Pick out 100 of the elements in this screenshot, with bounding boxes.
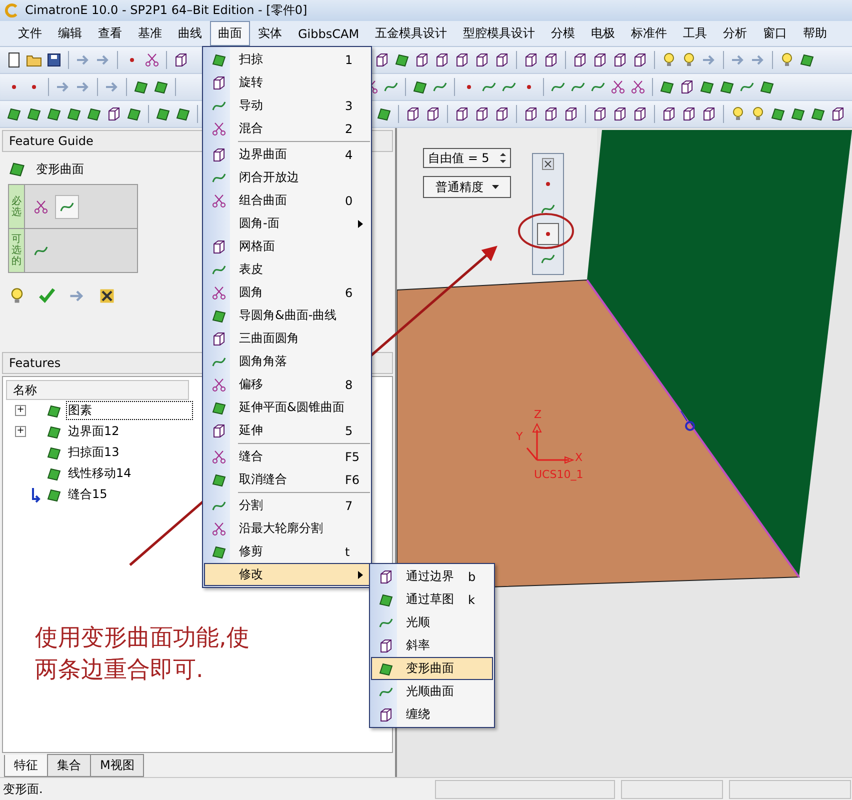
cube-icon[interactable] bbox=[494, 52, 510, 68]
surface-icon[interactable] bbox=[6, 106, 22, 122]
cube-icon[interactable] bbox=[661, 106, 677, 122]
surface-icon[interactable] bbox=[770, 106, 786, 122]
menu-entry[interactable]: 扫掠 1 bbox=[204, 48, 370, 71]
surface-icon[interactable] bbox=[175, 106, 191, 122]
surface-icon[interactable] bbox=[699, 79, 715, 95]
menu-entry[interactable]: 圆角角落 bbox=[204, 350, 370, 373]
cube-icon[interactable] bbox=[494, 106, 510, 122]
tree-item[interactable]: 图素 bbox=[66, 401, 193, 420]
menu-item[interactable]: 文件 bbox=[10, 21, 50, 46]
cube-icon[interactable] bbox=[592, 52, 608, 68]
panel-tab[interactable]: M视图 bbox=[90, 754, 144, 777]
menu-entry[interactable]: 圆角-面 bbox=[204, 212, 370, 235]
cube-icon[interactable] bbox=[523, 106, 539, 122]
menu-item[interactable]: 型腔模具设计 bbox=[455, 21, 544, 46]
menu-item[interactable]: 曲线 bbox=[170, 21, 210, 46]
menu-entry[interactable]: 修改 bbox=[204, 563, 370, 586]
menu-entry[interactable]: 分割 7 bbox=[204, 494, 370, 517]
menu-item[interactable]: 分模 bbox=[543, 21, 584, 46]
menu-entry[interactable]: 变形曲面 bbox=[371, 657, 493, 680]
menu-entry[interactable]: 旋转 bbox=[204, 71, 370, 94]
menu-item[interactable]: 五金模具设计 bbox=[367, 21, 456, 46]
menu-entry[interactable]: 边界曲面 4 bbox=[204, 143, 370, 166]
surface-icon[interactable] bbox=[810, 106, 826, 122]
cube-icon[interactable] bbox=[681, 106, 697, 122]
cube-icon[interactable] bbox=[563, 106, 579, 122]
surface-icon[interactable] bbox=[376, 106, 392, 122]
menu-entry[interactable]: 修剪 t bbox=[204, 540, 370, 563]
close-icon[interactable] bbox=[542, 158, 554, 170]
tool-button[interactable] bbox=[537, 223, 559, 245]
cube-icon[interactable] bbox=[374, 52, 390, 68]
tree-item[interactable]: 缝合15 bbox=[66, 485, 110, 504]
free-value-spinner[interactable]: 自由值 = 5 bbox=[423, 148, 511, 168]
menu-entry[interactable]: 偏移 8 bbox=[204, 373, 370, 396]
bulb-icon[interactable] bbox=[750, 106, 766, 122]
cube-icon[interactable] bbox=[612, 106, 628, 122]
cube-icon[interactable] bbox=[405, 106, 421, 122]
menu-item[interactable]: 窗口 bbox=[755, 21, 796, 46]
cube-icon[interactable] bbox=[701, 106, 717, 122]
menu-item[interactable]: 分析 bbox=[715, 21, 756, 46]
cube-icon[interactable] bbox=[612, 52, 628, 68]
surface-icon[interactable] bbox=[719, 79, 735, 95]
surface-icon[interactable] bbox=[799, 52, 815, 68]
expand-toggle[interactable]: + bbox=[15, 405, 26, 416]
menu-item[interactable]: 标准件 bbox=[623, 21, 676, 46]
menu-entry[interactable]: 表皮 bbox=[204, 258, 370, 281]
menu-item[interactable]: 工具 bbox=[675, 21, 716, 46]
panel-tab[interactable]: 特征 bbox=[4, 755, 48, 777]
scissors-icon[interactable] bbox=[630, 79, 646, 95]
surface-icon[interactable] bbox=[155, 106, 171, 122]
tree-item[interactable]: 边界面12 bbox=[66, 422, 122, 441]
cube-icon[interactable] bbox=[523, 52, 539, 68]
scissors-icon[interactable] bbox=[33, 198, 49, 214]
menu-entry[interactable]: 导动 3 bbox=[204, 94, 370, 117]
cube-icon[interactable] bbox=[454, 106, 470, 122]
surface-icon[interactable] bbox=[46, 106, 62, 122]
scissors-icon[interactable] bbox=[144, 52, 160, 68]
cube-icon[interactable] bbox=[830, 106, 846, 122]
menu-item[interactable]: 编辑 bbox=[50, 21, 90, 46]
menu-entry[interactable]: 光顺 bbox=[371, 611, 493, 634]
menu-entry[interactable]: 导圆角&曲面-曲线 bbox=[204, 304, 370, 327]
menu-entry[interactable]: 混合 2 bbox=[204, 117, 370, 140]
cube-icon[interactable] bbox=[414, 52, 430, 68]
expand-toggle[interactable]: + bbox=[15, 426, 26, 437]
cube-icon[interactable] bbox=[474, 106, 490, 122]
menu-entry[interactable]: 通过草图 k bbox=[371, 588, 493, 611]
precision-dropdown[interactable]: 普通精度 bbox=[423, 176, 511, 198]
menu-item[interactable]: 电极 bbox=[583, 21, 624, 46]
surface-icon[interactable] bbox=[86, 106, 102, 122]
menu-entry[interactable]: 网格面 bbox=[204, 235, 370, 258]
cube-icon[interactable] bbox=[106, 106, 122, 122]
surface-icon[interactable] bbox=[26, 106, 42, 122]
tree-item[interactable]: 线性移动14 bbox=[66, 464, 134, 483]
menu-entry[interactable]: 缝合 F5 bbox=[204, 445, 370, 468]
cube-icon[interactable] bbox=[434, 52, 450, 68]
tree-item[interactable]: 扫掠面13 bbox=[66, 443, 122, 462]
cube-icon[interactable] bbox=[543, 52, 559, 68]
cube-icon[interactable] bbox=[679, 79, 695, 95]
surface-icon[interactable] bbox=[659, 79, 675, 95]
surface-icon[interactable] bbox=[394, 52, 410, 68]
surface-icon[interactable] bbox=[412, 79, 428, 95]
menu-entry[interactable]: 组合曲面 0 bbox=[204, 189, 370, 212]
surface-icon[interactable] bbox=[759, 79, 775, 95]
bulb-icon[interactable] bbox=[661, 52, 677, 68]
menu-item[interactable]: 帮助 bbox=[795, 21, 836, 46]
cube-icon[interactable] bbox=[173, 52, 189, 68]
menu-entry[interactable]: 圆角 6 bbox=[204, 281, 370, 304]
scissors-icon[interactable] bbox=[610, 79, 626, 95]
panel-tab[interactable]: 集合 bbox=[47, 754, 91, 777]
cube-icon[interactable] bbox=[425, 106, 441, 122]
menu-entry[interactable]: 缠绕 bbox=[371, 703, 493, 726]
menu-entry[interactable]: 斜率 bbox=[371, 634, 493, 657]
cube-icon[interactable] bbox=[592, 106, 608, 122]
menu-item[interactable]: 查看 bbox=[90, 21, 130, 46]
cube-icon[interactable] bbox=[543, 106, 559, 122]
menu-entry[interactable]: 闭合开放边 bbox=[204, 166, 370, 189]
cancel-icon[interactable] bbox=[98, 287, 116, 305]
surface-icon[interactable] bbox=[133, 79, 149, 95]
bulb-icon[interactable] bbox=[730, 106, 746, 122]
